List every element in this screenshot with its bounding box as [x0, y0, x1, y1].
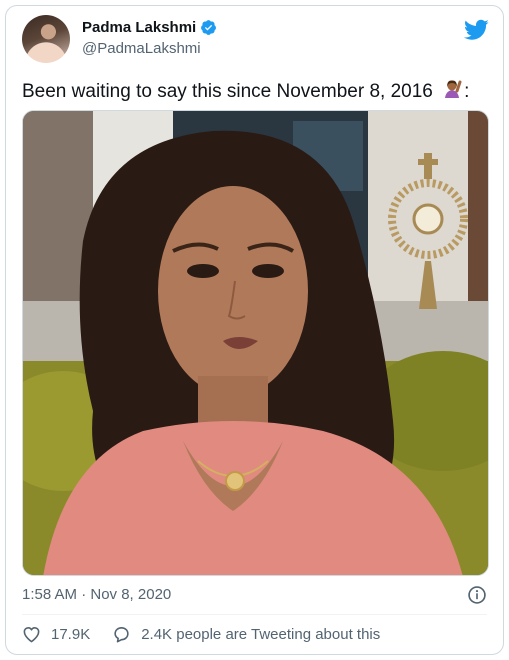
- tweet-text-suffix: :: [464, 81, 470, 102]
- speech-bubble-icon: [114, 626, 129, 643]
- divider: [22, 614, 487, 615]
- woman-raising-hand-emoji-icon: [445, 80, 462, 98]
- like-button[interactable]: 17.9K: [22, 625, 90, 644]
- tweet-timestamp[interactable]: 1:58 AM · Nov 8, 2020: [22, 586, 171, 603]
- tweet-body: Been waiting to say this since November …: [22, 81, 433, 102]
- author-name-row: Padma Lakshmi: [82, 19, 217, 36]
- people-tweeting-text: 2.4K people are Tweeting about this: [141, 626, 381, 643]
- tweet-card[interactable]: Padma Lakshmi @PadmaLakshmi Been waiting…: [5, 5, 504, 655]
- author-avatar[interactable]: [22, 15, 70, 63]
- heart-icon: [23, 626, 40, 643]
- author-handle[interactable]: @PadmaLakshmi: [82, 40, 201, 57]
- tweet-text: Been waiting to say this since November …: [22, 78, 469, 103]
- info-icon[interactable]: [467, 585, 487, 605]
- verified-badge-icon: [201, 20, 217, 35]
- people-tweeting-link[interactable]: 2.4K people are Tweeting about this: [112, 625, 380, 644]
- tweet-actions: 17.9K 2.4K people are Tweeting about thi…: [22, 625, 380, 644]
- video-still[interactable]: [22, 110, 489, 576]
- twitter-bird-icon[interactable]: [464, 19, 489, 41]
- author-display-name[interactable]: Padma Lakshmi: [82, 19, 196, 36]
- like-count: 17.9K: [51, 626, 91, 643]
- video-frame-image: [23, 111, 488, 575]
